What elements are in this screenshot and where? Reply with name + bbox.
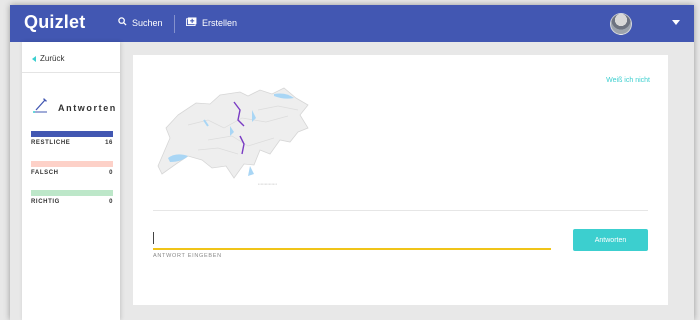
search-label: Suchen: [132, 17, 163, 28]
account-menu-chevron-down-icon[interactable]: [672, 20, 680, 25]
answer-hint: ANTWORT EINGEBEN: [153, 253, 222, 259]
create-label: Erstellen: [202, 17, 238, 28]
switzerland-map-image: [157, 87, 309, 179]
quizlet-logo[interactable]: Quizlet: [24, 12, 85, 33]
progress-correct: RICHTIG 0: [31, 190, 113, 205]
progress-remaining: RESTLICHE 16: [31, 131, 113, 146]
dont-know-link[interactable]: Weiß ich nicht: [606, 77, 650, 84]
text-cursor: [153, 232, 154, 244]
user-avatar[interactable]: [610, 13, 632, 35]
progress-wrong-label: FALSCH: [31, 170, 59, 176]
card-divider: [153, 210, 648, 211]
progress-wrong-count: 0: [109, 170, 113, 176]
study-sidebar: Zurück Antworten RESTLICHE 16 FALSCH 0 R…: [22, 42, 120, 320]
search-nav-item[interactable]: Suchen: [118, 17, 163, 28]
progress-remaining-bar: [31, 131, 113, 137]
answer-button[interactable]: Antworten: [573, 229, 648, 251]
progress-correct-bar: [31, 190, 113, 196]
progress-remaining-label: RESTLICHE: [31, 140, 71, 146]
back-label: Zurück: [40, 54, 65, 63]
study-mode-title: Antworten: [32, 97, 117, 118]
top-nav-bar: Quizlet Suchen Erstellen: [10, 5, 694, 42]
back-link[interactable]: Zurück: [32, 54, 64, 63]
progress-remaining-count: 16: [105, 140, 113, 146]
sidebar-divider: [22, 72, 120, 73]
progress-correct-label: RICHTIG: [31, 199, 60, 205]
create-icon: [186, 17, 197, 28]
progress-wrong-bar: [31, 161, 113, 167]
search-icon: [118, 17, 127, 28]
back-arrow-icon: [32, 55, 36, 62]
nav-divider: [174, 15, 175, 33]
question-card: Weiß ich nicht ▪▪▪▪▪▪▪▪▪▪▪▪▪▪ ANTWORT EI…: [133, 55, 668, 305]
mode-label: Antworten: [58, 102, 117, 113]
answer-input[interactable]: [153, 231, 551, 250]
pencil-icon: [32, 97, 50, 118]
create-nav-item[interactable]: Erstellen: [186, 17, 237, 28]
progress-wrong: FALSCH 0: [31, 161, 113, 176]
progress-correct-count: 0: [109, 199, 113, 205]
map-scale-bar: ▪▪▪▪▪▪▪▪▪▪▪▪▪▪: [258, 182, 278, 186]
